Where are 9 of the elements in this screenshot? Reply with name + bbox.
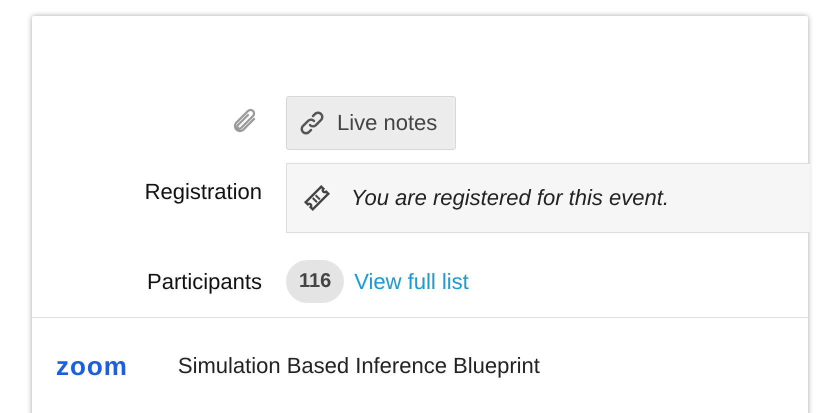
participants-label: Participants: [147, 268, 262, 294]
registration-message: You are registered for this event.: [351, 185, 669, 211]
meeting-logo: zoom: [56, 350, 128, 382]
ticket-icon: [303, 184, 331, 212]
registration-label: Registration: [144, 179, 262, 205]
live-notes-button[interactable]: Live notes: [286, 96, 456, 150]
participant-count: 116: [286, 260, 344, 303]
meeting-title: Simulation Based Inference Blueprint: [178, 353, 540, 379]
link-icon: [299, 110, 325, 136]
